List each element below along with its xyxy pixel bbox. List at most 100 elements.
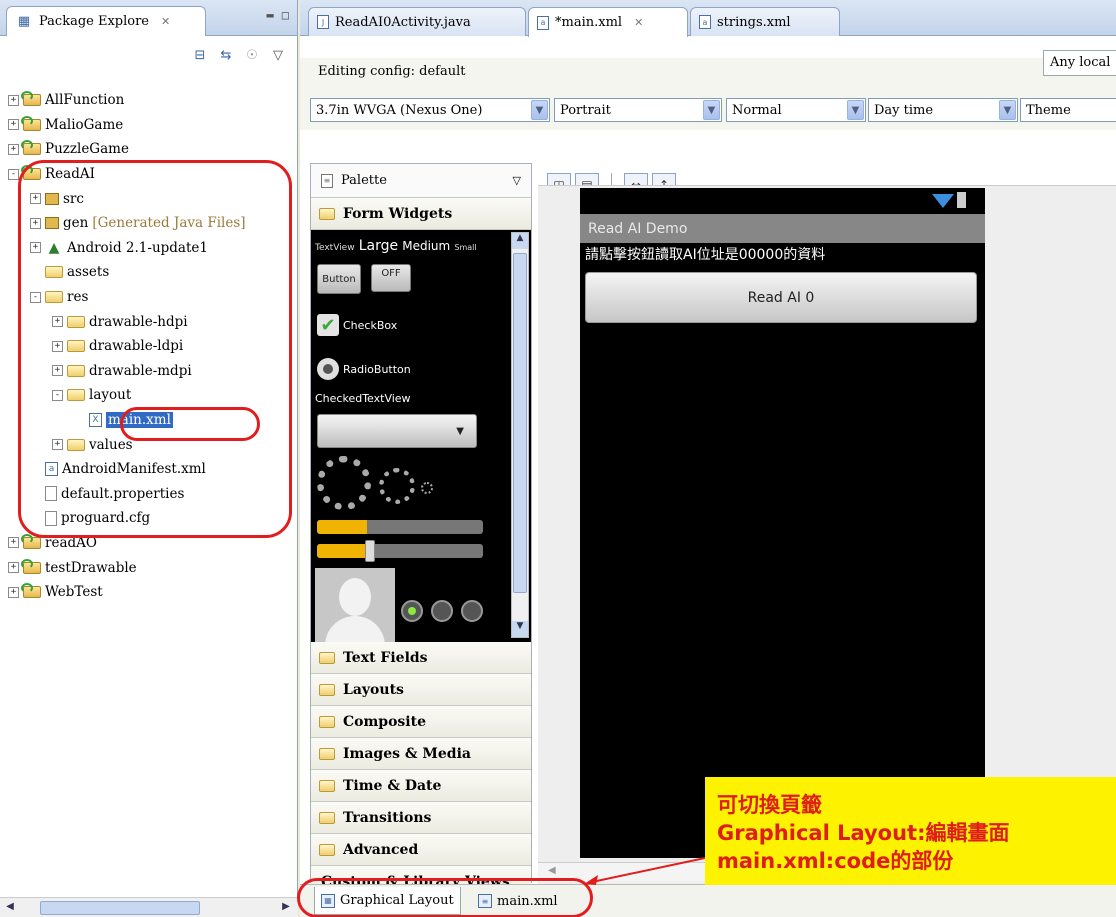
scrollbar-thumb[interactable] — [513, 253, 527, 593]
tree-item-default-properties[interactable]: default.properties — [0, 482, 298, 507]
spinner-widget[interactable]: ▼ — [317, 414, 477, 448]
checkbox-widget[interactable]: CheckBox — [343, 319, 397, 332]
drawer-images-media[interactable]: Images & Media — [311, 738, 531, 770]
expand-icon[interactable]: + — [30, 242, 41, 254]
tree-item-assets[interactable]: assets — [0, 260, 298, 285]
density-select[interactable]: Normal ▼ — [726, 98, 866, 122]
tree-item-testdrawable[interactable]: + testDrawable — [0, 555, 298, 580]
collapse-all-icon[interactable]: ⊟ — [191, 46, 209, 64]
tree-item-proguard-cfg[interactable]: proguard.cfg — [0, 506, 298, 531]
tree-item-drawable-hdpi[interactable]: + drawable-hdpi — [0, 309, 298, 334]
drawer-advanced[interactable]: Advanced — [311, 834, 531, 866]
drawer-form-widgets[interactable]: Form Widgets — [311, 198, 531, 230]
expand-icon[interactable]: + — [30, 193, 41, 205]
tree-item-drawable-ldpi[interactable]: + drawable-ldpi — [0, 334, 298, 359]
link-editor-icon[interactable]: ⇆ — [217, 46, 235, 64]
radio-icon[interactable] — [317, 358, 339, 380]
chevron-down-icon[interactable]: ▽ — [513, 174, 521, 187]
togglebutton-widget[interactable]: OFF — [371, 264, 411, 292]
radio-on-icon[interactable] — [401, 600, 423, 622]
scroll-left-icon[interactable]: ◀ — [2, 901, 18, 915]
checkmark-icon[interactable]: ✔ — [317, 314, 339, 336]
progress-large-icon[interactable] — [317, 456, 371, 510]
tab-main-xml[interactable]: a *main.xml ✕ — [528, 7, 688, 37]
expand-icon[interactable]: + — [52, 316, 63, 328]
tree-item-readao[interactable]: + readAO — [0, 531, 298, 556]
drawer-composite[interactable]: Composite — [311, 706, 531, 738]
drawer-transitions[interactable]: Transitions — [311, 802, 531, 834]
scrollbar-thumb[interactable] — [40, 901, 200, 915]
tree-item-layout[interactable]: - layout — [0, 383, 298, 408]
tab-strings-xml[interactable]: a strings.xml — [690, 7, 840, 36]
chevron-down-icon[interactable]: ▼ — [703, 100, 720, 120]
scroll-down-icon[interactable]: ▼ — [512, 621, 528, 637]
tab-main-xml-source[interactable]: ≡ main.xml — [472, 887, 564, 915]
time-select[interactable]: Day time ▼ — [868, 98, 1018, 122]
tree-item-android-2-1-update1[interactable]: + ▲ Android 2.1-update1 — [0, 236, 298, 261]
close-icon[interactable]: ✕ — [634, 16, 643, 29]
view-menu-icon[interactable]: ▽ — [269, 46, 287, 64]
seekbar-thumb[interactable] — [365, 540, 375, 562]
image-placeholder-icon[interactable] — [315, 568, 395, 642]
package-explorer-tab[interactable]: ▦ Package Explore ✕ — [6, 6, 206, 36]
expand-icon[interactable]: + — [8, 586, 19, 598]
expand-icon[interactable]: + — [30, 217, 41, 229]
progress-medium-icon[interactable] — [379, 468, 415, 504]
progress-bar-widget[interactable] — [317, 520, 483, 534]
tree-item-maliogame[interactable]: + MalioGame — [0, 113, 298, 138]
chevron-down-icon[interactable]: ▼ — [847, 100, 864, 120]
progress-small-icon[interactable] — [421, 482, 433, 494]
tab-readai0activity[interactable]: J ReadAI0Activity.java — [308, 7, 526, 36]
minimize-icon[interactable]: ▬ — [267, 8, 274, 22]
textview-sizes[interactable]: TextView Large Medium Small — [315, 238, 477, 254]
scroll-up-icon[interactable]: ▲ — [512, 233, 528, 249]
tree-item-values[interactable]: + values — [0, 432, 298, 457]
radio-off-icon[interactable] — [431, 600, 453, 622]
expand-icon[interactable]: + — [52, 365, 63, 377]
radiobutton-widget[interactable]: RadioButton — [343, 363, 411, 376]
tab-graphical-layout[interactable]: ▦ Graphical Layout — [314, 887, 461, 915]
checkedtextview-widget[interactable]: CheckedTextView — [315, 392, 411, 405]
close-icon[interactable]: ✕ — [161, 15, 170, 28]
drawer-time-date[interactable]: Time & Date — [311, 770, 531, 802]
palette-scrollbar[interactable]: ▲ ▼ — [511, 232, 529, 638]
tree-item-readai[interactable]: - ReadAI — [0, 162, 298, 187]
expand-icon[interactable]: + — [8, 94, 19, 106]
tree-item-puzzlegame[interactable]: + PuzzleGame — [0, 137, 298, 162]
expand-icon[interactable]: + — [8, 562, 19, 574]
collapse-icon[interactable]: - — [8, 168, 19, 180]
drawer-text-fields[interactable]: Text Fields — [311, 642, 531, 674]
horizontal-scrollbar[interactable]: ◀ ▶ — [0, 897, 298, 917]
tree-item-res[interactable]: - res — [0, 285, 298, 310]
tree-item-allfunction[interactable]: + AllFunction — [0, 88, 298, 113]
tree-item-drawable-mdpi[interactable]: + drawable-mdpi — [0, 359, 298, 384]
radio-off-icon[interactable] — [461, 600, 483, 622]
tree-item-main-xml[interactable]: Xmain.xml — [0, 408, 298, 433]
scroll-left-icon[interactable]: ◀ — [548, 865, 556, 876]
expand-icon[interactable]: + — [52, 340, 63, 352]
locale-select[interactable]: Any local — [1043, 50, 1116, 76]
device-select[interactable]: 3.7in WVGA (Nexus One) ▼ — [310, 98, 550, 122]
scroll-right-icon[interactable]: ▶ — [278, 901, 294, 915]
seekbar-widget[interactable] — [317, 544, 483, 558]
palette-header[interactable]: ≡ Palette ▽ — [311, 164, 531, 198]
focus-icon[interactable]: ☉ — [243, 46, 261, 64]
tree-item-webtest[interactable]: + WebTest — [0, 580, 298, 605]
maximize-icon[interactable]: □ — [282, 8, 289, 22]
tree-item-gen[interactable]: + gen [Generated Java Files] — [0, 211, 298, 236]
theme-select[interactable]: Theme — [1020, 98, 1116, 122]
expand-icon[interactable]: + — [8, 143, 19, 155]
collapse-icon[interactable]: - — [30, 291, 41, 303]
expand-icon[interactable]: + — [8, 119, 19, 131]
chevron-down-icon[interactable]: ▼ — [999, 100, 1016, 120]
instruction-textview[interactable]: 請點擊按鈕讀取AI位址是00000的資料 — [580, 243, 985, 265]
tree-item-androidmanifest-xml[interactable]: a AndroidManifest.xml — [0, 457, 298, 482]
expand-icon[interactable]: + — [52, 439, 63, 451]
chevron-down-icon[interactable]: ▼ — [531, 100, 548, 120]
drawer-layouts[interactable]: Layouts — [311, 674, 531, 706]
read-ai-button[interactable]: Read AI 0 — [585, 272, 977, 323]
tree-item-src[interactable]: + src — [0, 186, 298, 211]
orientation-select[interactable]: Portrait ▼ — [554, 98, 722, 122]
collapse-icon[interactable]: - — [52, 389, 63, 401]
button-widget[interactable]: Button — [317, 264, 361, 294]
